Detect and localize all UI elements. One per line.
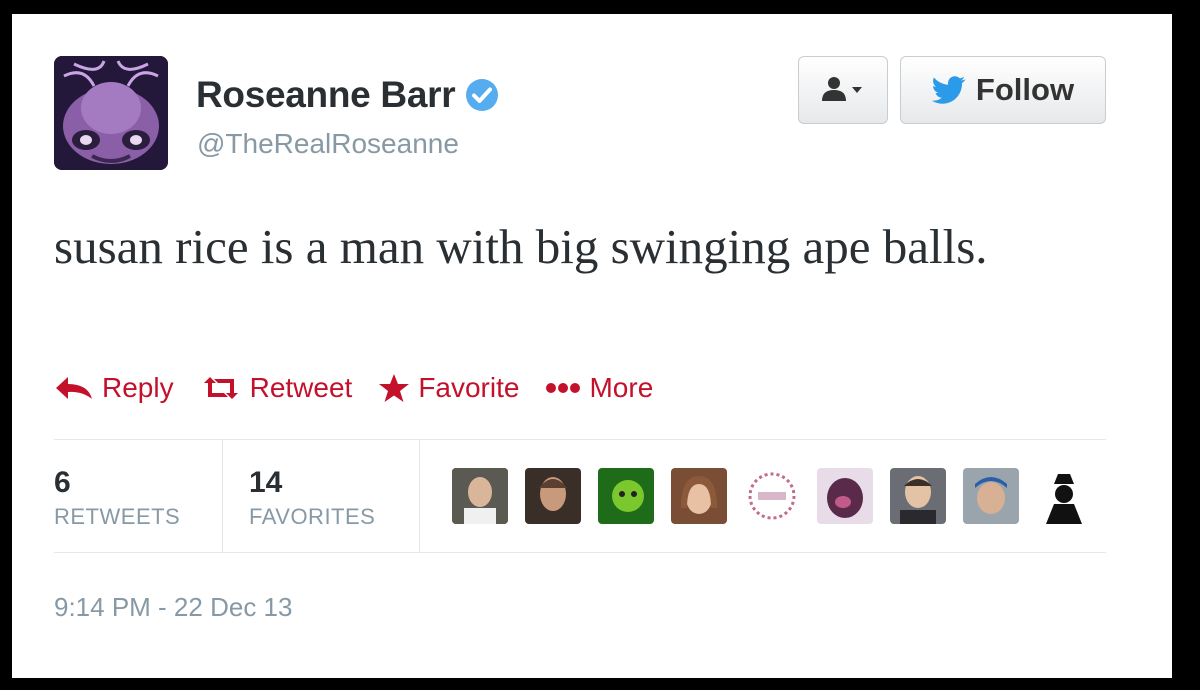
- retweets-count: 6: [54, 466, 71, 499]
- tweet-actions: Reply Retweet Favorite More: [54, 372, 679, 404]
- more-label: More: [589, 372, 654, 403]
- favorite-label: Favorite: [418, 372, 520, 403]
- favorites-count: 14: [249, 466, 283, 499]
- follow-label: Follow: [975, 72, 1075, 107]
- divider: [54, 552, 1106, 553]
- favoriter-avatar[interactable]: [598, 468, 654, 524]
- favoriters-avatars: [452, 468, 1109, 524]
- star-icon: [379, 374, 410, 402]
- favorites-label: FAVORITES: [249, 504, 376, 529]
- favoriter-avatar[interactable]: [671, 468, 727, 524]
- favoriter-avatar[interactable]: [525, 468, 581, 524]
- favoriter-avatar[interactable]: [963, 468, 1019, 524]
- name-row: Roseanne Barr: [196, 74, 499, 116]
- user-actions-button[interactable]: [798, 56, 888, 124]
- favoriter-avatar[interactable]: [744, 468, 800, 524]
- favoriter-avatar[interactable]: [817, 468, 873, 524]
- tweet-timestamp[interactable]: 9:14 PM - 22 Dec 13: [54, 592, 292, 623]
- follow-button[interactable]: Follow: [900, 56, 1106, 124]
- user-handle[interactable]: @TheRealRoseanne: [197, 128, 459, 160]
- tweet-stats: 6 RETWEETS 14 FAVORITES: [54, 440, 420, 552]
- favorites-stat[interactable]: 14 FAVORITES: [223, 440, 419, 552]
- twitter-bird-icon: [931, 76, 966, 104]
- favoriter-avatar[interactable]: [890, 468, 946, 524]
- more-dots-icon: [546, 383, 581, 393]
- user-dropdown-icon: [822, 77, 862, 101]
- reply-button[interactable]: Reply: [54, 372, 174, 404]
- verified-badge-icon: [466, 79, 499, 111]
- display-name[interactable]: Roseanne Barr: [196, 74, 456, 116]
- tweet-text: susan rice is a man with big swinging ap…: [54, 219, 988, 274]
- avatar[interactable]: [54, 56, 168, 170]
- tweet-card: Roseanne Barr @TheRealRoseanne Follow su…: [12, 14, 1172, 678]
- retweets-label: RETWEETS: [54, 504, 181, 529]
- reply-icon: [56, 377, 92, 399]
- retweets-stat[interactable]: 6 RETWEETS: [54, 440, 222, 552]
- retweet-label: Retweet: [249, 372, 353, 403]
- more-button[interactable]: More: [545, 372, 653, 404]
- favoriter-avatar[interactable]: [452, 468, 508, 524]
- favorite-button[interactable]: Favorite: [378, 372, 519, 404]
- retweet-button[interactable]: Retweet: [200, 372, 353, 404]
- favoriter-avatar[interactable]: [1036, 468, 1092, 524]
- stat-separator: [419, 440, 420, 552]
- reply-label: Reply: [102, 372, 174, 403]
- retweet-icon: [203, 377, 238, 399]
